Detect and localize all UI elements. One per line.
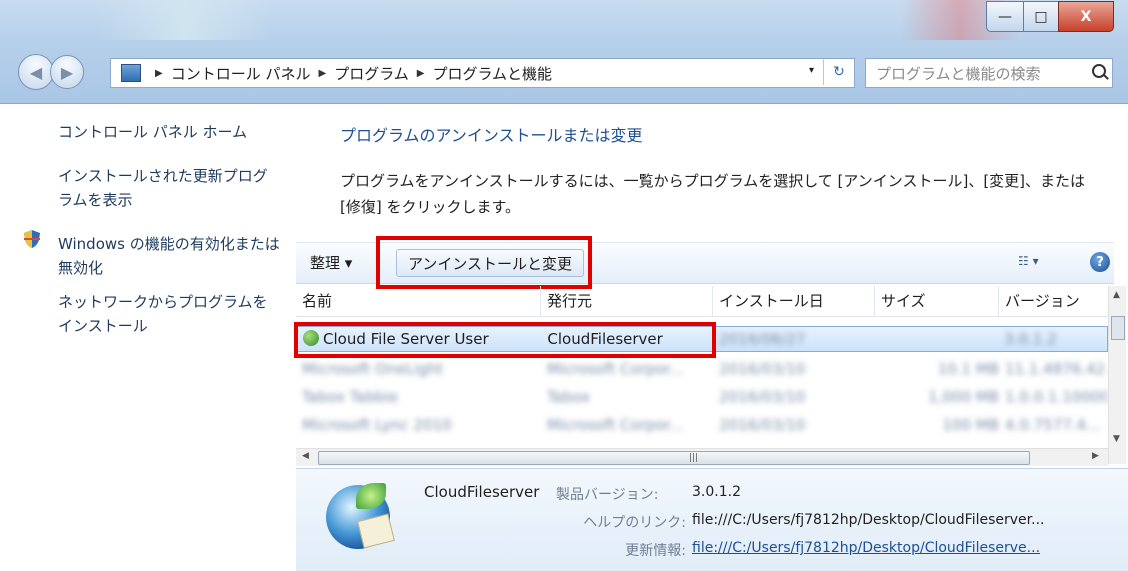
row-name: Microsoft Lync 2010 [302,416,452,434]
scroll-down-icon[interactable]: ▼ [1113,434,1120,444]
details-update-label: 更新情報: [625,543,686,559]
vertical-scrollbar[interactable]: ▲ ▼ [1108,286,1126,464]
details-update-link[interactable]: file:///C:/Users/fj7812hp/Desktop/CloudF… [692,540,1040,556]
horizontal-scrollbar[interactable]: ◀ ||| ▶ [296,448,1108,466]
grip-icon: ||| [689,453,699,463]
page-title: プログラムのアンインストールまたは変更 [340,126,643,145]
arrow-left-icon: ◀ [29,62,43,82]
breadcrumb-separator-icon[interactable]: ▶ [155,68,163,79]
address-bar[interactable]: ▶ コントロール パネル ▶ プログラム ▶ プログラムと機能 ▾ ↻ [110,58,855,88]
table-row[interactable]: Microsoft OneLight Microsoft Corpor... 2… [296,356,1108,382]
row-publisher: Tabox [547,388,590,406]
details-publisher: CloudFileserver [424,483,540,501]
details-version-value: 3.0.1.2 [692,484,741,500]
breadcrumb-separator-icon[interactable]: ▶ [417,68,425,79]
scroll-up-icon[interactable]: ▲ [1113,290,1120,300]
details-pane: CloudFileserver 製品バージョン: 3.0.1.2 ヘルプのリンク… [296,468,1128,571]
row-version: 1.0.0.1.10000 [1005,388,1108,406]
scroll-left-icon[interactable]: ◀ [302,451,309,461]
sidebar-item-installed-updates[interactable]: インストールされた更新プログラムを表示 [58,164,280,212]
sidebar-item-control-panel-home[interactable]: コントロール パネル ホーム [58,120,280,144]
breadcrumb: ▶ コントロール パネル ▶ プログラム ▶ プログラムと機能 [147,63,552,84]
column-size[interactable]: サイズ [875,286,999,316]
sidebar: コントロール パネル ホーム インストールされた更新プログラムを表示 Windo… [0,104,290,570]
address-dropdown-icon[interactable]: ▾ [809,65,814,76]
sidebar-item-install-from-network[interactable]: ネットワークからプログラムをインストール [58,290,280,338]
breadcrumb-control-panel[interactable]: コントロール パネル [171,63,311,84]
vertical-scroll-thumb[interactable] [1111,316,1125,340]
organize-button[interactable]: 整理 ▾ [310,252,352,273]
details-help-value: file:///C:/Users/fj7812hp/Desktop/CloudF… [692,512,1045,528]
column-install-date[interactable]: インストール日 [713,286,875,316]
minimize-button[interactable]: — [986,1,1024,32]
row-size: 1,000 MB [928,388,999,406]
row-version: 3.0.1.2 [1004,330,1057,348]
search-icon[interactable] [1092,64,1106,78]
scroll-right-icon[interactable]: ▶ [1092,451,1099,461]
forward-button[interactable]: ▶ [50,55,84,89]
breadcrumb-separator-icon[interactable]: ▶ [318,68,326,79]
row-publisher: Microsoft Corpor... [547,416,684,434]
row-install-date: 2016/03/10 [719,388,806,406]
program-list: 名前 発行元 インストール日 サイズ バージョン Cloud File Serv… [296,286,1108,464]
details-version-label: 製品バージョン: [556,487,659,503]
back-button[interactable]: ◀ [18,54,54,90]
main-content: プログラムのアンインストールまたは変更 プログラムをアンインストールするには、一… [290,104,1128,571]
row-name: Tabox Tabbie [302,388,399,406]
close-button[interactable]: X [1058,1,1114,32]
row-name: Microsoft OneLight [302,360,444,378]
highlight-selected-row [294,322,716,358]
window-chrome: — □ X ◀ ▶ ▶ コントロール パネル ▶ プログラム ▶ プログラムと機… [0,0,1128,104]
column-name[interactable]: 名前 [296,286,541,316]
view-options-icon[interactable]: ☷ ▾ [1018,254,1039,268]
row-install-date: 2016/06/27 [718,330,806,348]
help-icon[interactable]: ? [1090,252,1110,272]
breadcrumb-programs[interactable]: プログラム [334,63,409,84]
page-description: プログラムをアンインストールするには、一覧からプログラムを選択して [アンインス… [340,172,1086,216]
shield-icon [24,230,40,248]
search-placeholder: プログラムと機能の検索 [876,64,1041,83]
cloud-file-server-icon [326,483,395,549]
search-box[interactable]: プログラムと機能の検索 [865,58,1113,88]
list-header: 名前 発行元 インストール日 サイズ バージョン [296,286,1108,317]
details-help-label: ヘルプのリンク: [583,515,686,531]
row-version: 11.1.4876.42... [1005,360,1108,378]
table-row[interactable]: Microsoft Lync 2010 Microsoft Corpor... … [296,412,1108,438]
highlight-uninstall-button [376,236,592,289]
sidebar-item-windows-features[interactable]: Windows の機能の有効化または無効化 [58,232,280,280]
table-row[interactable]: Tabox Tabbie Tabox 2016/03/10 1,000 MB 1… [296,384,1108,410]
row-publisher: Microsoft Corpor... [547,360,684,378]
row-size: 10.1 MB [937,360,999,378]
breadcrumb-programs-and-features[interactable]: プログラムと機能 [432,63,552,84]
row-install-date: 2016/03/10 [719,416,806,434]
horizontal-scroll-thumb[interactable]: ||| [318,451,1030,465]
column-publisher[interactable]: 発行元 [541,286,713,316]
row-install-date: 2016/03/10 [719,360,806,378]
row-version: 4.0.7577.4... [1005,416,1101,434]
row-size: 100 MB [942,416,999,434]
programs-and-features-window: — □ X ◀ ▶ ▶ コントロール パネル ▶ プログラム ▶ プログラムと機… [0,0,1128,571]
control-panel-icon [121,64,141,82]
arrow-right-icon: ▶ [60,62,74,82]
maximize-button[interactable]: □ [1023,1,1059,32]
column-version[interactable]: バージョン [999,286,1108,316]
refresh-icon[interactable]: ↻ [823,59,854,85]
